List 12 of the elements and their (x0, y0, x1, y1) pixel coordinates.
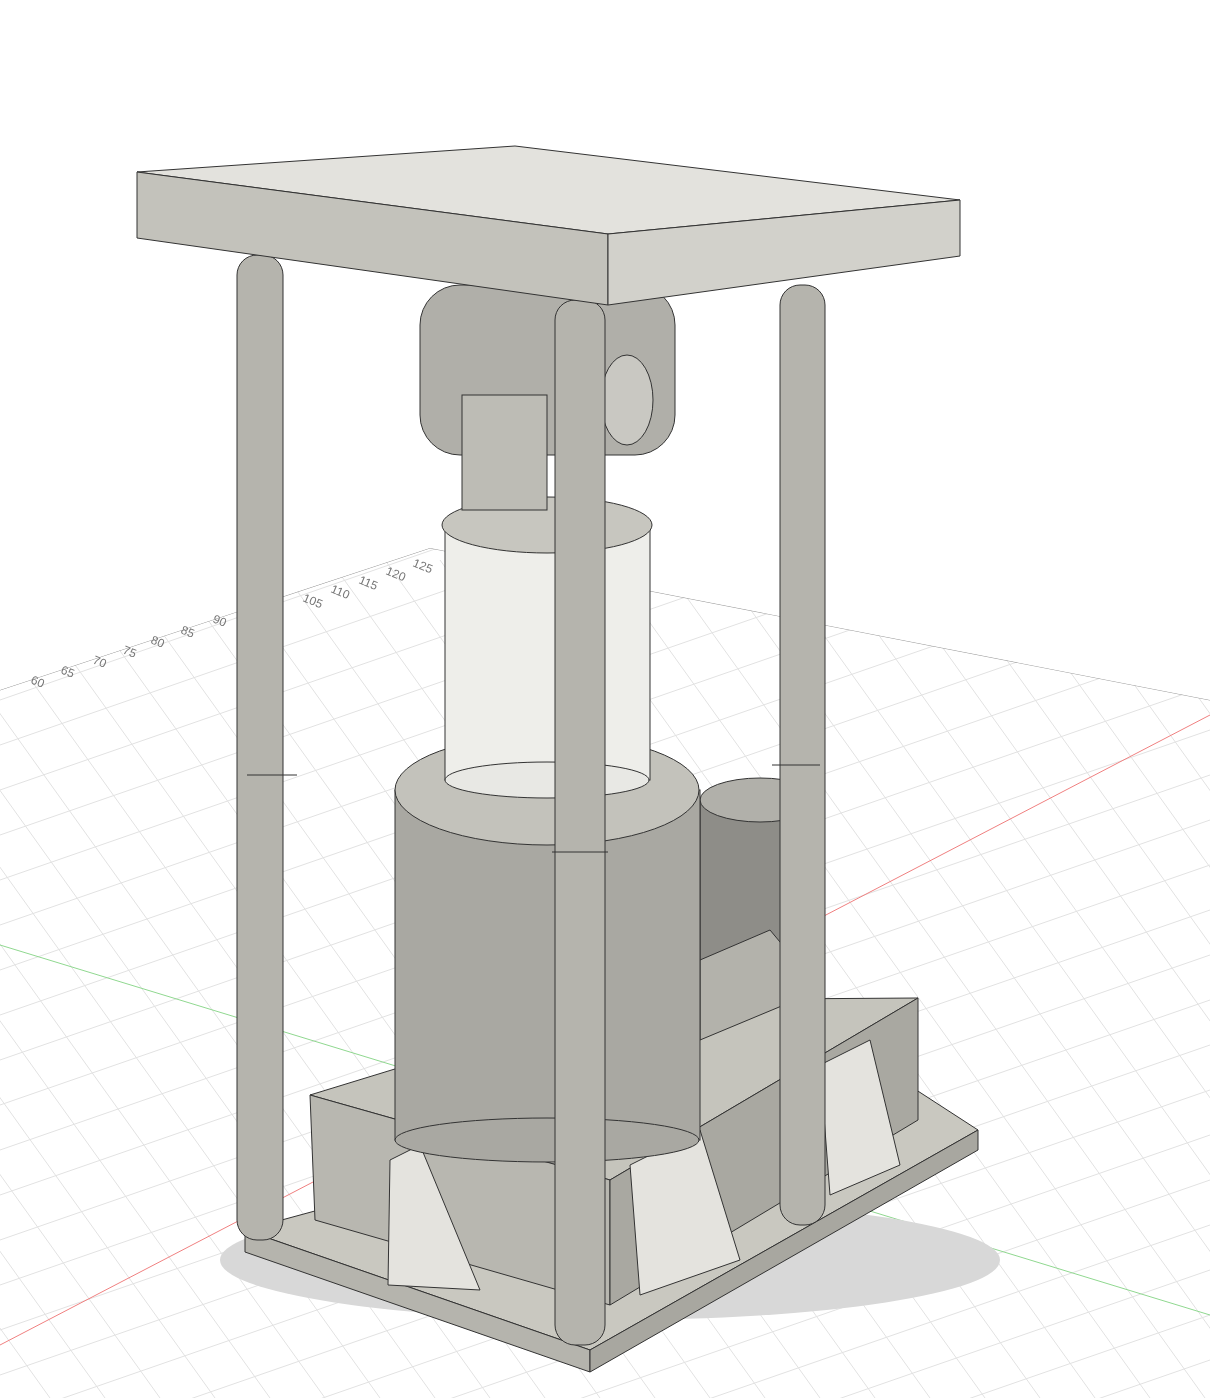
ruler-label: 75 (120, 642, 139, 661)
ruler-label: 85 (178, 622, 197, 641)
ruler-label: 110 (328, 581, 352, 602)
ruler-label: 60 (28, 672, 47, 691)
ruler-label: 105 (300, 590, 325, 612)
ruler-label: 80 (148, 632, 167, 651)
ruler-label: 115 (356, 572, 380, 593)
ruler-label: 70 (90, 652, 109, 671)
ruler-label: 65 (58, 662, 77, 681)
ruler-label: 120 (383, 563, 408, 585)
ruler-label: 90 (210, 611, 229, 630)
ruler-label: 125 (410, 555, 435, 577)
